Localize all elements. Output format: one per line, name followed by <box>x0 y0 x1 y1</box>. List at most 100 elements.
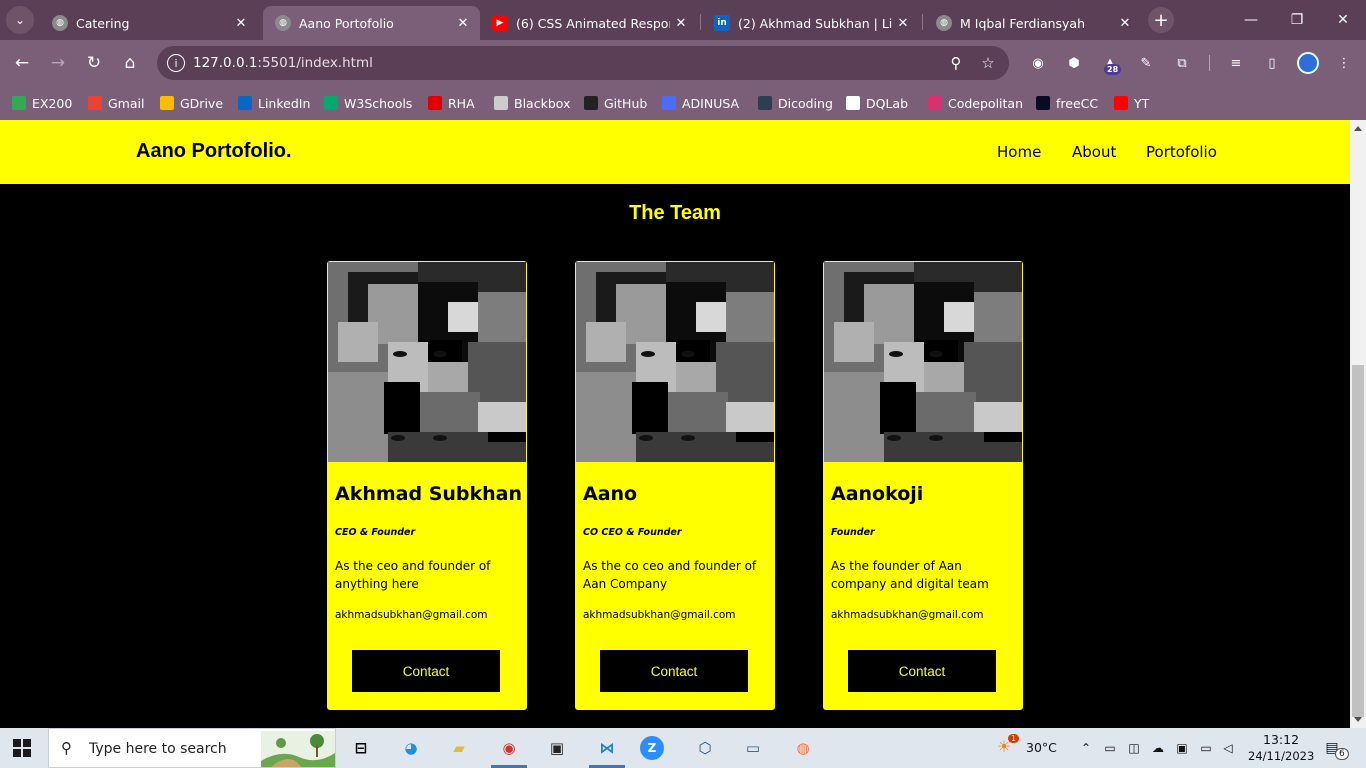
address-url[interactable]: 127.0.0.1:5501/index.html <box>193 55 373 71</box>
display-icon[interactable]: ▣ <box>1174 740 1190 756</box>
site-brand[interactable]: Aano Portofolio. <box>136 140 292 163</box>
zoom-icon[interactable]: ⚲ <box>945 52 967 74</box>
restore-icon: ❐ <box>1290 12 1304 28</box>
kebab-menu-icon[interactable]: ⋮ <box>1334 53 1354 73</box>
contact-button[interactable]: Contact <box>600 650 748 692</box>
new-tab-button[interactable]: + <box>1148 7 1174 33</box>
close-icon[interactable]: ✕ <box>1114 16 1136 31</box>
reload-button[interactable]: ↻ <box>82 51 106 75</box>
portrait-image <box>328 262 526 462</box>
scroll-up-arrow-icon[interactable] <box>1354 126 1362 131</box>
site-info-icon[interactable]: i <box>167 54 185 72</box>
team-card: Akhmad Subkhan CEO & Founder As the ceo … <box>327 261 527 710</box>
minimize-button[interactable]: — <box>1228 0 1274 40</box>
media-control-icon[interactable]: ≡ <box>1226 53 1246 73</box>
nav-home-link[interactable]: Home <box>997 143 1041 161</box>
battery-icon[interactable]: ▭ <box>1198 740 1214 756</box>
back-button[interactable]: ← <box>10 51 34 75</box>
tab-iqbal[interactable]: ◍ M Iqbal Ferdiansyah ✕ <box>924 6 1142 40</box>
scroll-thumb[interactable] <box>1352 365 1364 717</box>
address-bar[interactable]: i 127.0.0.1:5501/index.html ⚲ ☆ <box>157 46 1009 80</box>
tab-css-animated[interactable]: ▶ (6) CSS Animated Responsive ✕ <box>480 6 698 40</box>
bookmark-label: ADINUSA <box>682 95 740 111</box>
file-explorer-icon[interactable]: ▰ <box>444 734 474 762</box>
terminal-icon[interactable]: ▣ <box>542 734 572 762</box>
nav-about-link[interactable]: About <box>1072 143 1116 161</box>
bookmark-rha[interactable]: RHA <box>428 92 475 114</box>
bookmark-label: GDrive <box>180 95 224 111</box>
tab-label: (6) CSS Animated Responsive <box>516 15 670 31</box>
weather-temperature[interactable]: 30°C <box>1026 740 1057 755</box>
zoom-app-icon[interactable]: Z <box>640 736 664 760</box>
nav-portofolio-link[interactable]: Portofolio <box>1146 143 1217 161</box>
bookmark-adinusa[interactable]: ADINUSA <box>662 92 739 114</box>
bookmark-gdrive[interactable]: GDrive <box>160 92 223 114</box>
forward-button[interactable]: → <box>46 51 70 75</box>
close-icon[interactable]: ✕ <box>670 16 692 31</box>
chevron-up-icon[interactable]: ⌃ <box>1078 740 1094 756</box>
windows-start-icon[interactable] <box>13 739 31 757</box>
page-viewport: Aano Portofolio. Home About Portofolio T… <box>0 120 1350 728</box>
bookmark-codepolitan[interactable]: Codepolitan <box>928 92 1023 114</box>
address-path: :5501/index.html <box>257 55 373 71</box>
bookmark-linkedin[interactable]: LinkedIn <box>238 92 310 114</box>
contact-button[interactable]: Contact <box>848 650 996 692</box>
bookmark-label: YT <box>1134 95 1150 111</box>
extension-vpn-icon[interactable]: ◉ <box>1028 53 1048 73</box>
tab-separator <box>922 14 923 30</box>
volume-icon[interactable]: ◁ <box>1220 740 1236 756</box>
bookmark-w3schools[interactable]: W3Schools <box>324 92 412 114</box>
restore-button[interactable]: ❐ <box>1274 0 1320 40</box>
profile-avatar[interactable] <box>1297 52 1319 74</box>
extension-box-icon[interactable]: ⬢ <box>1064 53 1084 73</box>
clock-date[interactable]: 24/11/2023 <box>1248 749 1314 763</box>
eyedropper-icon[interactable]: ✎ <box>1136 53 1156 73</box>
extensions-puzzle-icon[interactable]: ⧉ <box>1172 53 1192 73</box>
tab-label: Catering <box>76 15 130 31</box>
onedrive-icon[interactable]: ☁ <box>1150 740 1166 756</box>
clock-time[interactable]: 13:12 <box>1263 732 1299 747</box>
globe-icon: ◍ <box>275 15 291 31</box>
network-icon[interactable]: ▭ <box>1102 740 1118 756</box>
page-scrollbar[interactable] <box>1350 120 1366 728</box>
tab-linkedin[interactable]: in (2) Akhmad Subkhan | LinkedIn ✕ <box>702 6 920 40</box>
virtualbox-icon[interactable]: ⬡ <box>690 734 720 762</box>
globe-icon: ◍ <box>936 15 952 31</box>
firefox-icon[interactable]: ◍ <box>788 734 818 762</box>
close-icon[interactable]: ✕ <box>892 16 914 31</box>
home-button[interactable]: ⌂ <box>118 51 142 75</box>
vscode-icon[interactable]: ⋈ <box>592 734 622 762</box>
remote-desktop-icon[interactable]: ▭ <box>738 734 768 762</box>
tab-catering[interactable]: ◍ Catering ✕ <box>40 6 258 40</box>
bookmark-blackbox[interactable]: Blackbox <box>494 92 570 114</box>
tab-label: (2) Akhmad Subkhan | LinkedIn <box>738 15 892 31</box>
bookmark-dicoding[interactable]: Dicoding <box>758 92 833 114</box>
tab-aano-portofolio[interactable]: ◍ Aano Portofolio ✕ <box>263 6 480 40</box>
chrome-icon[interactable]: ◉ <box>494 734 524 762</box>
scroll-down-arrow-icon[interactable] <box>1354 717 1362 722</box>
reload-icon: ↻ <box>86 53 102 73</box>
tab-search-button[interactable]: ⌄ <box>6 6 34 34</box>
edge-icon[interactable]: ◕ <box>396 734 426 762</box>
bookmark-star-icon[interactable]: ☆ <box>977 52 999 74</box>
contact-button[interactable]: Contact <box>352 650 500 692</box>
close-window-button[interactable]: ✕ <box>1320 0 1366 40</box>
bookmark-freecc[interactable]: freeCC <box>1036 92 1098 114</box>
meet-icon[interactable]: ◫ <box>1126 740 1142 756</box>
task-view-icon[interactable]: ⊟ <box>346 734 376 762</box>
bookmark-github[interactable]: GitHub <box>584 92 647 114</box>
taskbar-search[interactable]: ⚲ Type here to search <box>48 728 336 768</box>
toolbar-separator <box>1209 55 1210 71</box>
weather-badge: 1 <box>1008 734 1020 743</box>
dqlab-icon <box>846 96 860 110</box>
side-panel-icon[interactable]: ▯ <box>1262 53 1282 73</box>
close-icon[interactable]: ✕ <box>230 16 252 31</box>
bookmark-dqlab[interactable]: DQLab <box>846 92 908 114</box>
close-icon[interactable]: ✕ <box>452 16 474 31</box>
bookmark-yt[interactable]: YT <box>1114 92 1149 114</box>
bookmark-gmail[interactable]: Gmail <box>88 92 144 114</box>
youtube-icon <box>1114 96 1128 110</box>
bookmark-ex200[interactable]: EX200 <box>12 92 72 114</box>
notification-count: 6 <box>1335 748 1349 760</box>
codepolitan-icon <box>928 96 942 110</box>
